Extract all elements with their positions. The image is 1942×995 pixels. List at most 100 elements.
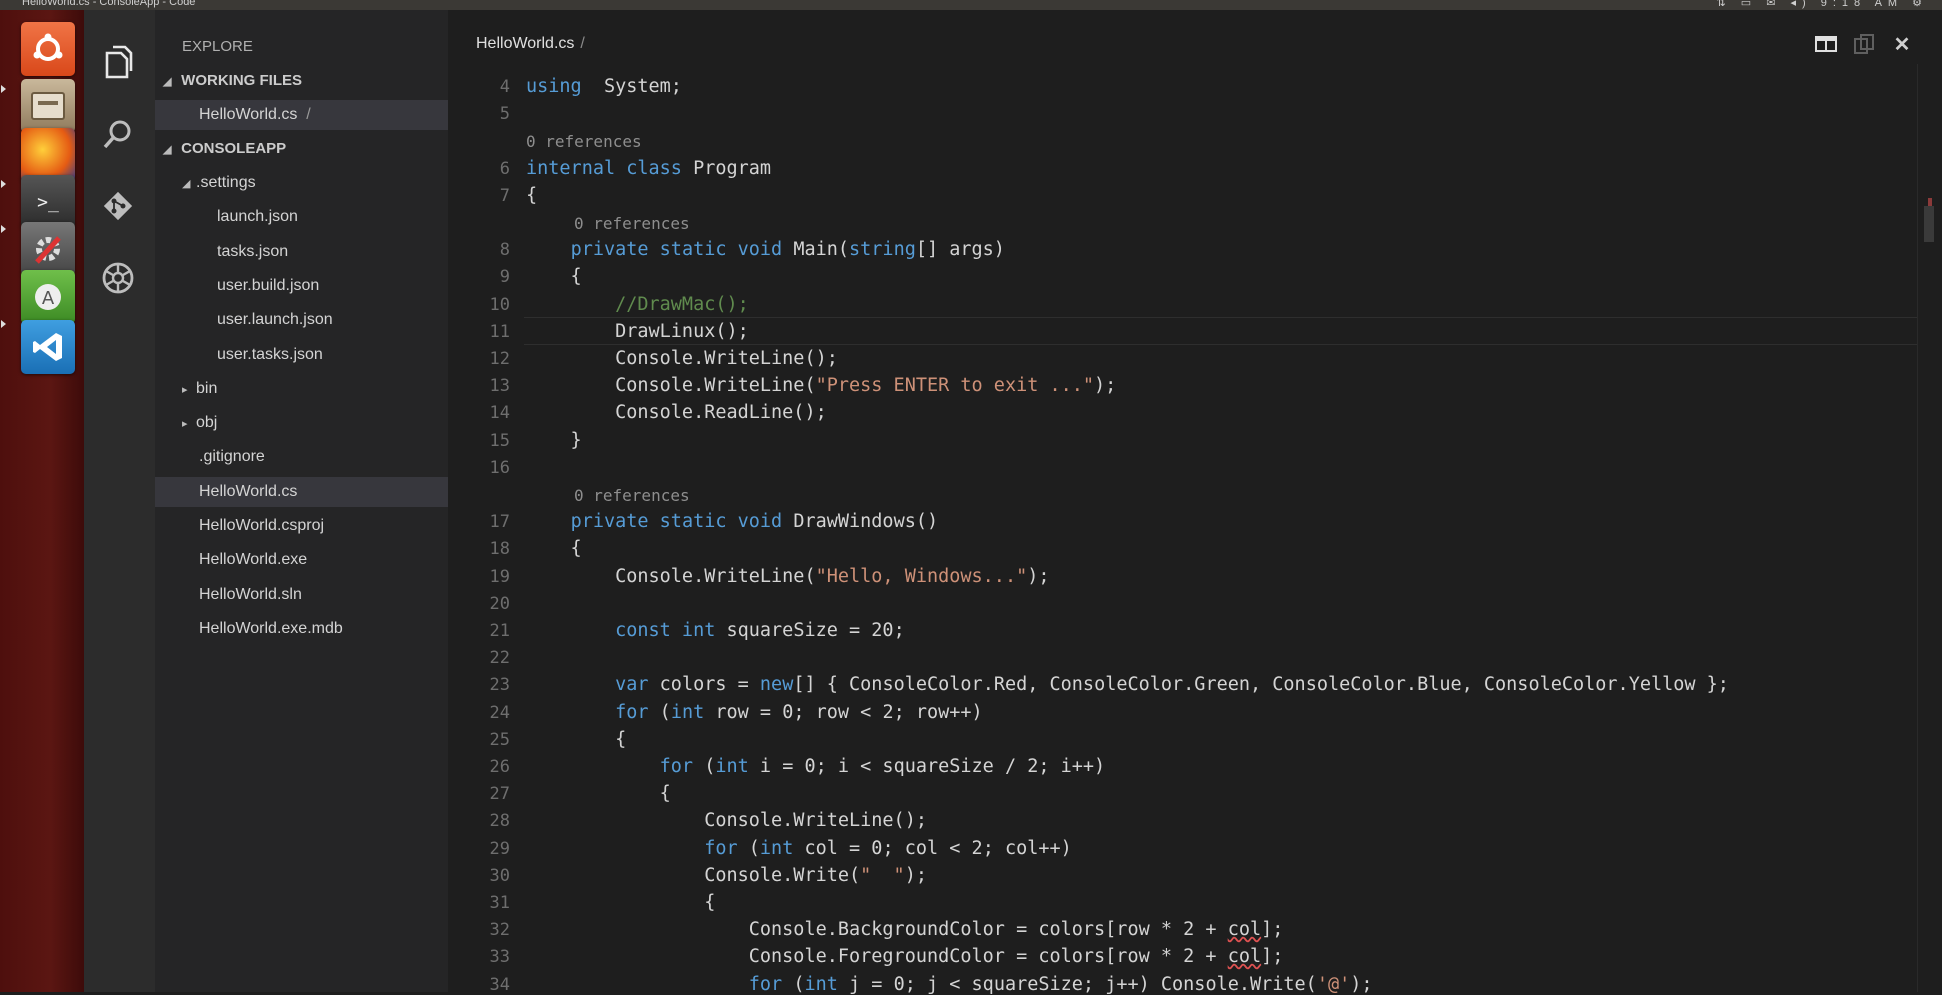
code-lens-references[interactable]: 0 references — [574, 486, 690, 505]
collapse-arrow-icon: ◢ — [163, 76, 172, 88]
code-lens-references[interactable]: 0 references — [574, 214, 690, 233]
clock[interactable]: 9:18 AM — [1821, 0, 1903, 9]
code-line[interactable]: for (int row = 0; row < 2; row++) — [526, 702, 983, 723]
token: { — [526, 892, 716, 913]
tree-item-label: HelloWorld.cs — [199, 482, 298, 500]
code-line[interactable]: private static void DrawWindows() — [526, 511, 939, 533]
token: DrawWindows() — [782, 511, 939, 533]
editor-tab-label: HelloWorld.cs — [476, 35, 575, 52]
code-line[interactable]: { — [526, 266, 582, 287]
code-line[interactable]: { — [526, 538, 582, 559]
chevron-right-icon: ▸ — [182, 418, 188, 431]
code-line[interactable]: for (int j = 0; j < squareSize; j++) Con… — [526, 974, 1373, 995]
search-icon[interactable] — [98, 114, 138, 154]
code-line[interactable]: { — [526, 892, 715, 913]
working-file-item[interactable]: HelloWorld.cs / — [155, 100, 448, 130]
line-number: 11 — [489, 321, 510, 342]
tree-file[interactable]: HelloWorld.csproj — [155, 511, 448, 541]
tree-file[interactable]: user.launch.json — [155, 305, 448, 335]
token: Console.ReadLine(); — [526, 402, 827, 424]
tree-folder[interactable]: ◢ .settings — [155, 168, 448, 198]
code-line[interactable]: DrawLinux(); — [526, 321, 749, 342]
code-line[interactable]: for (int i = 0; i < squareSize / 2; i++) — [526, 756, 1106, 777]
close-icon[interactable]: ✕ — [1890, 32, 1914, 56]
overview-ruler-slider[interactable] — [1924, 206, 1934, 242]
software-updater-icon[interactable]: A — [21, 270, 75, 324]
project-header[interactable]: ◢ CONSOLEAPP — [155, 134, 448, 164]
token: ); — [1027, 565, 1050, 587]
code-line[interactable]: Console.WriteLine("Hello, Windows..."); — [526, 565, 1050, 587]
tree-item-label: .gitignore — [199, 448, 265, 466]
token-str: "Hello, Windows..." — [815, 565, 1028, 587]
tree-item-label: .settings — [196, 174, 256, 191]
system-settings-icon[interactable] — [21, 222, 75, 276]
working-file-label: HelloWorld.cs — [199, 106, 298, 123]
token: Console.WriteLine( — [526, 375, 816, 397]
editor-tab-bar: HelloWorld.cs / ✕ — [448, 10, 1942, 64]
debug-icon[interactable] — [98, 258, 138, 298]
working-files-header[interactable]: ◢ WORKING FILES — [155, 66, 448, 96]
tree-folder[interactable]: ▸ bin — [155, 374, 448, 404]
code-line[interactable]: var colors = new[] { ConsoleColor.Red, C… — [526, 674, 1729, 695]
token-cm: //DrawMac(); — [615, 293, 749, 315]
code-line[interactable]: internal class Program — [526, 158, 771, 179]
system-tray[interactable]: ⇅ ▭ ✉ ◂) 9:18 AM ⚙ — [1716, 0, 1928, 9]
open-changes-icon[interactable] — [1852, 32, 1876, 56]
code-line[interactable]: Console.WriteLine(); — [526, 348, 838, 369]
tree-file[interactable]: user.build.json — [155, 271, 448, 301]
code-editor[interactable]: 4 using System; 5 0 references 6 internal cla… — [448, 72, 1918, 995]
code-line[interactable]: { — [526, 185, 537, 206]
code-line[interactable]: //DrawMac(); — [526, 294, 749, 315]
code-line[interactable]: Console.ForegroundColor = colors[row * 2… — [526, 946, 1284, 967]
code-line[interactable]: Console.BackgroundColor = colors[row * 2… — [526, 919, 1284, 940]
window-title: HelloWorld.cs - ConsoleApp - Code — [22, 0, 196, 8]
line-number: 10 — [489, 294, 510, 315]
token-kw: int — [759, 837, 794, 859]
code-line[interactable]: { — [526, 783, 671, 804]
code-lens-references[interactable]: 0 references — [526, 132, 642, 151]
explorer-icon[interactable] — [98, 42, 138, 82]
tree-file[interactable]: launch.json — [155, 202, 448, 232]
tree-file[interactable]: HelloWorld.exe.mdb — [155, 614, 448, 644]
git-icon[interactable] — [98, 186, 138, 226]
tree-file[interactable]: HelloWorld.sln — [155, 580, 448, 610]
tree-file[interactable]: HelloWorld.exe — [155, 545, 448, 575]
project-label: CONSOLEAPP — [181, 140, 287, 157]
terminal-icon[interactable]: >_ — [21, 175, 75, 229]
files-icon[interactable] — [21, 79, 75, 133]
vscode-icon[interactable] — [21, 320, 75, 374]
editor-scrollbar[interactable] — [1917, 64, 1942, 992]
code-line[interactable]: } — [526, 430, 582, 451]
split-editor-icon[interactable] — [1814, 32, 1838, 56]
line-number: 30 — [489, 865, 510, 886]
editor-tab[interactable]: HelloWorld.cs / — [476, 35, 585, 53]
token-kw: private static void — [570, 239, 783, 261]
tree-file[interactable]: tasks.json — [155, 237, 448, 267]
token: ( — [693, 756, 716, 777]
firefox-icon[interactable] — [21, 128, 75, 182]
code-line[interactable]: Console.Write(" "); — [526, 865, 927, 886]
code-line[interactable]: Console.WriteLine(); — [526, 810, 927, 831]
token: { — [526, 184, 538, 206]
tree-file[interactable]: user.tasks.json — [155, 340, 448, 370]
tree-file[interactable]: .gitignore — [155, 442, 448, 472]
code-line[interactable]: const int squareSize = 20; — [526, 620, 905, 641]
token: System; — [581, 76, 682, 97]
code-line[interactable]: Console.WriteLine("Press ENTER to exit .… — [526, 375, 1116, 396]
token: ); — [1094, 375, 1117, 397]
code-line[interactable]: using System; — [526, 76, 682, 97]
line-number: 5 — [499, 104, 510, 125]
line-number: 27 — [489, 784, 510, 805]
tree-file[interactable]: HelloWorld.cs — [155, 476, 448, 507]
code-line[interactable]: private static void Main(string[] args) — [526, 239, 1005, 260]
token: } — [526, 429, 582, 451]
tree-folder[interactable]: ▸ obj — [155, 408, 448, 438]
code-line[interactable]: Console.ReadLine(); — [526, 402, 827, 423]
code-line[interactable]: { — [526, 729, 626, 750]
ubuntu-dash-icon[interactable] — [21, 22, 75, 76]
code-line[interactable]: for (int col = 0; col < 2; col++) — [526, 838, 1072, 859]
